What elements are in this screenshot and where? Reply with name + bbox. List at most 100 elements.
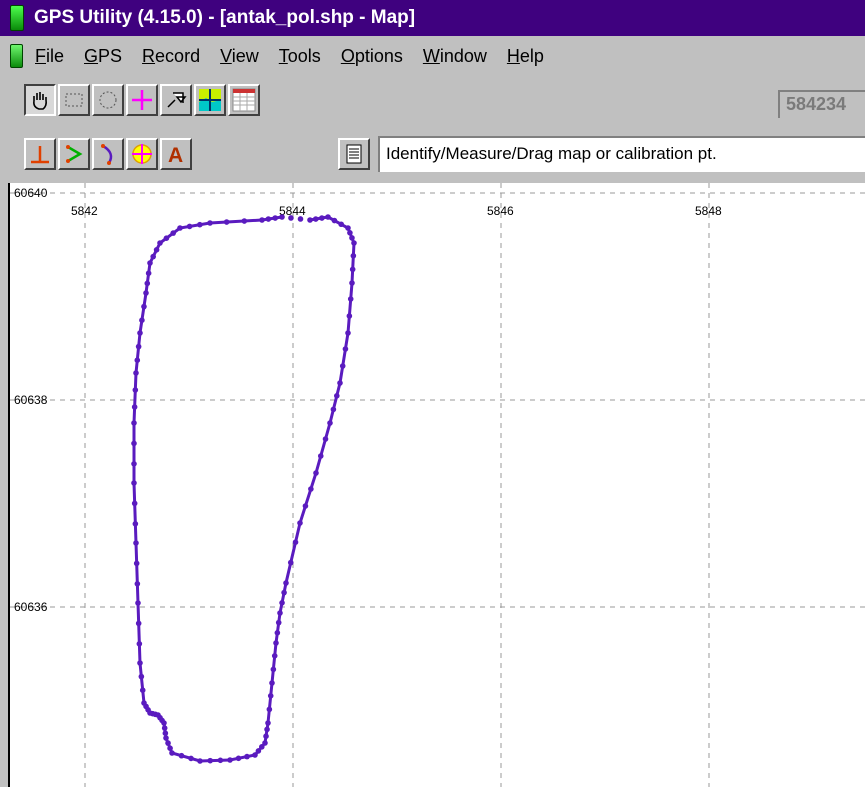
track-point	[263, 733, 269, 739]
track-point	[131, 440, 137, 447]
menu-bar: File GPS Record View Tools Options Windo…	[0, 36, 865, 76]
track-point	[313, 470, 319, 476]
target-button[interactable]	[126, 138, 158, 170]
map-view[interactable]: 5842 5844 5846 5848 60640 60638 60636	[8, 183, 865, 787]
track-point	[223, 219, 230, 225]
track-point	[132, 521, 139, 527]
angle-button[interactable]	[58, 138, 90, 170]
track-point	[163, 235, 170, 241]
track-point	[161, 720, 167, 726]
track-point	[279, 214, 285, 220]
coordinate-display: 584234	[778, 90, 865, 118]
x-axis-label: 5846	[487, 204, 514, 218]
track-point	[349, 235, 355, 241]
track-point	[279, 600, 285, 606]
track-point	[133, 540, 139, 546]
window-title: GPS Utility (4.15.0) - [antak_pol.shp - …	[34, 7, 416, 28]
track-point	[302, 503, 309, 509]
menu-window[interactable]: Window	[423, 46, 487, 67]
track-point	[275, 619, 282, 626]
track-point	[288, 215, 294, 221]
document-icon[interactable]	[10, 44, 23, 68]
menu-view[interactable]: View	[220, 46, 259, 67]
arc-button[interactable]	[92, 138, 124, 170]
table-view-button[interactable]	[228, 84, 260, 116]
track-point	[292, 539, 299, 545]
track-point	[339, 363, 346, 369]
y-axis-label: 60636	[14, 600, 48, 614]
hand-tool-button[interactable]	[24, 84, 56, 116]
grid-table-icon	[232, 88, 256, 112]
perpendicular-button[interactable]	[24, 138, 56, 170]
track-point	[241, 218, 248, 224]
map-canvas[interactable]: 5842 5844 5846 5848606406063860636	[10, 183, 865, 787]
menu-options[interactable]: Options	[341, 46, 403, 67]
track-point	[274, 630, 281, 636]
track-point	[133, 560, 140, 567]
crosshair-button[interactable]	[126, 84, 158, 116]
track-point	[297, 520, 303, 526]
menu-tools[interactable]: Tools	[279, 46, 321, 67]
track-point	[267, 693, 274, 699]
track-point	[270, 666, 277, 673]
map-nav-button[interactable]	[160, 84, 192, 116]
app-icon	[10, 5, 24, 31]
gps-track-polygon	[132, 215, 356, 763]
notes-button[interactable]	[338, 138, 370, 170]
track-point	[135, 620, 142, 627]
track-point	[347, 230, 353, 236]
map-color-button[interactable]	[194, 84, 226, 116]
menu-file[interactable]: File	[35, 46, 64, 67]
track-point	[266, 706, 273, 713]
track-point	[134, 357, 141, 363]
track-point	[161, 725, 168, 731]
arc-icon	[101, 144, 113, 165]
track-point	[227, 757, 233, 763]
track-point	[188, 755, 194, 762]
track-point	[134, 581, 141, 587]
track-point	[170, 230, 176, 236]
map-color-icon	[199, 89, 221, 111]
track-point	[319, 215, 325, 221]
track-point	[135, 600, 141, 606]
track-point	[131, 461, 137, 467]
map-grid	[10, 183, 865, 787]
track-point	[349, 280, 355, 286]
track-point	[297, 216, 304, 222]
track-point	[338, 221, 345, 228]
track-point	[139, 317, 145, 323]
crosshair-icon	[132, 90, 152, 110]
menu-help[interactable]: Help	[507, 46, 544, 67]
track-point	[169, 750, 175, 756]
rectangle-select-button[interactable]	[58, 84, 90, 116]
circle-select-button[interactable]	[92, 84, 124, 116]
track-point	[157, 240, 163, 246]
menu-record[interactable]: Record	[142, 46, 200, 67]
track-point	[207, 757, 213, 764]
gps-track-points	[131, 214, 357, 764]
track-point	[153, 247, 160, 253]
menu-gps[interactable]: GPS	[84, 46, 122, 67]
track-point	[342, 346, 349, 352]
track-point	[144, 280, 151, 287]
track-point	[135, 343, 142, 350]
track-point	[345, 330, 351, 336]
track-point	[131, 500, 138, 507]
track-point	[133, 370, 139, 376]
y-axis-label: 60640	[14, 186, 48, 200]
toolbar: 584234 A Identify/Measure/Drag map or ca…	[8, 80, 865, 180]
track-point	[345, 225, 351, 231]
track-point	[178, 752, 185, 759]
track-point	[139, 687, 146, 693]
perpendicular-icon	[31, 146, 49, 164]
track-point	[136, 641, 143, 647]
track-point	[265, 720, 271, 726]
text-tool-button[interactable]: A	[160, 138, 192, 170]
svg-text:A: A	[168, 144, 183, 165]
track-point	[137, 660, 143, 666]
track-point	[262, 740, 268, 746]
track-point	[137, 330, 143, 336]
track-point	[327, 420, 333, 426]
track-point	[273, 640, 279, 646]
track-point	[147, 260, 153, 266]
